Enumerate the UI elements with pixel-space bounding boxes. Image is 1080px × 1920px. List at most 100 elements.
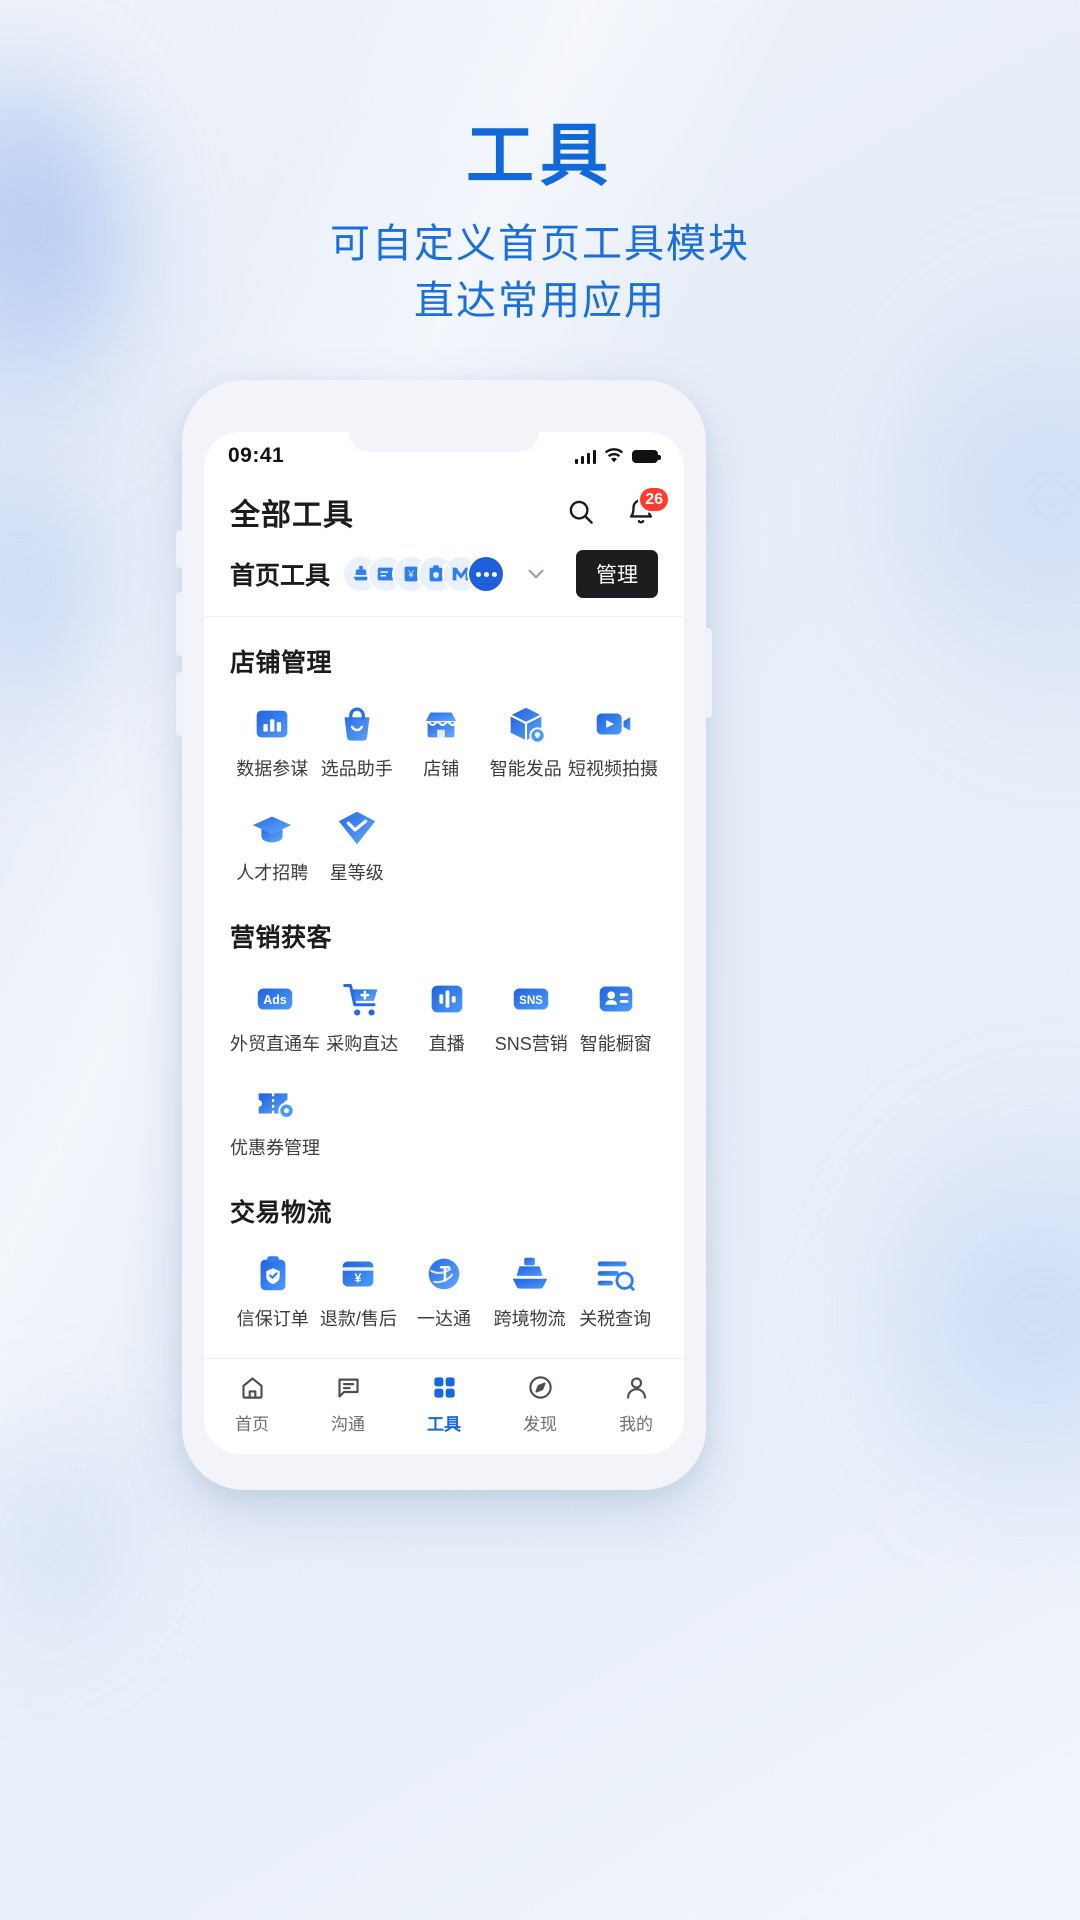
- bottom-tab-bar: 首页 沟通 工具 发现 我的: [204, 1358, 684, 1454]
- tool-label: 采购直达: [326, 1034, 399, 1055]
- header-actions: 26: [564, 486, 670, 529]
- signal-icon: [574, 449, 596, 464]
- tool-label: 智能发品: [489, 759, 562, 779]
- tab-profile[interactable]: 我的: [588, 1373, 684, 1435]
- tool-label: 数据参谋: [236, 759, 309, 779]
- section-shop-management: 店铺管理 数据参谋 选品助手 店铺 智能发品 短视频拍摄 人才招聘 星等级: [204, 617, 684, 892]
- svg-text:Ads: Ads: [263, 993, 287, 1007]
- live-broadcast-icon: [422, 974, 472, 1024]
- phone-body: 09:41 全部工具 26 首页工具 ¥ 管理 店铺管理 数据参谋 选品助手 店…: [176, 380, 712, 1490]
- phone-volume-down-button: [176, 672, 183, 736]
- tool-item[interactable]: 采购直达: [320, 974, 405, 1056]
- tab-discover[interactable]: 发现: [492, 1373, 588, 1435]
- status-bar: 09:41: [204, 432, 684, 480]
- bar-chart-icon: [247, 699, 297, 749]
- tool-item[interactable]: 跨境物流: [487, 1249, 573, 1331]
- tool-item[interactable]: 信保订单: [230, 1249, 316, 1331]
- tool-label: 选品助手: [320, 759, 393, 779]
- phone-screen: 09:41 全部工具 26 首页工具 ¥ 管理 店铺管理 数据参谋 选品助手 店…: [204, 432, 684, 1454]
- yidatong-icon: [419, 1249, 469, 1299]
- phone-mockup: 09:41 全部工具 26 首页工具 ¥ 管理 店铺管理 数据参谋 选品助手 店…: [176, 380, 712, 1490]
- shopping-bag-icon: [332, 699, 382, 749]
- promo-heading: 工具 可自定义首页工具模块 直达常用应用: [0, 118, 1080, 330]
- battery-icon: [632, 449, 661, 463]
- sns-icon: SNS: [506, 974, 556, 1024]
- tool-item[interactable]: 短视频拍摄: [568, 699, 658, 781]
- storefront-icon: [416, 699, 466, 749]
- person-icon: [623, 1373, 650, 1403]
- notifications-button[interactable]: 26: [624, 486, 670, 529]
- tariff-search-icon: [590, 1249, 640, 1299]
- tools-grid: 数据参谋 选品助手 店铺 智能发品 短视频拍摄 人才招聘 星等级: [230, 699, 658, 884]
- tool-item[interactable]: 星等级: [315, 803, 400, 885]
- page-title: 工具: [465, 118, 614, 194]
- promo-subtitle: 可自定义首页工具模块 直达常用应用: [0, 216, 1080, 330]
- tab-tools[interactable]: 工具: [396, 1373, 492, 1435]
- tool-item[interactable]: 选品助手: [315, 699, 400, 781]
- tool-label: 星等级: [329, 862, 384, 883]
- status-time: 09:41: [228, 444, 285, 467]
- tool-label: 人才招聘: [236, 862, 309, 883]
- tool-label: 退款/售后: [319, 1309, 397, 1330]
- svg-text:¥: ¥: [407, 570, 414, 581]
- home-icon: [239, 1373, 266, 1403]
- refund-icon: ¥: [333, 1249, 383, 1299]
- search-button[interactable]: [564, 495, 598, 529]
- background-blob-left-mid: [0, 430, 130, 760]
- video-camera-icon: [588, 699, 638, 749]
- promo-subtitle-line-1: 可自定义首页工具模块: [330, 222, 750, 267]
- assurance-order-icon: [248, 1249, 298, 1299]
- tool-item[interactable]: 一达通: [401, 1249, 487, 1331]
- tool-item[interactable]: 优惠券管理: [230, 1078, 320, 1160]
- tab-home[interactable]: 首页: [204, 1373, 300, 1435]
- tool-label: 一达通: [416, 1309, 471, 1330]
- manage-button[interactable]: 管理: [576, 550, 658, 598]
- tool-item[interactable]: 智能橱窗: [574, 974, 659, 1056]
- tool-label: 关税查询: [579, 1309, 652, 1330]
- diamond-check-icon: [332, 803, 382, 853]
- graduation-cap-icon: [247, 803, 297, 853]
- section-marketing: 营销获客 Ads 外贸直通车 采购直达 直播 SNS SNS营销 智能橱窗 优惠…: [204, 892, 684, 1167]
- tab-label: 首页: [235, 1414, 269, 1434]
- tab-label: 工具: [427, 1414, 461, 1434]
- tool-label: 短视频拍摄: [568, 759, 658, 779]
- tool-item[interactable]: 关税查询: [572, 1249, 658, 1331]
- more-dots-icon[interactable]: [469, 557, 504, 591]
- compass-icon: [527, 1373, 554, 1403]
- tab-label: 发现: [523, 1414, 557, 1434]
- tool-item[interactable]: Ads 外贸直通车: [230, 974, 320, 1056]
- tool-label: 信保订单: [236, 1309, 309, 1330]
- section-title: 交易物流: [230, 1199, 333, 1228]
- tab-chat[interactable]: 沟通: [300, 1373, 396, 1435]
- phone-volume-up-button: [176, 592, 183, 656]
- tool-label: 外贸直通车: [230, 1034, 320, 1055]
- phone-power-button: [705, 628, 712, 718]
- ship-logistics-icon: [505, 1249, 555, 1299]
- tool-label: 直播: [428, 1034, 465, 1055]
- tool-item[interactable]: 人才招聘: [230, 803, 315, 885]
- section-title: 店铺管理: [230, 649, 333, 677]
- home-tools-avatars[interactable]: ¥: [344, 557, 562, 591]
- tools-grid: 信保订单 ¥ 退款/售后 一达通 跨境物流 关税查询: [230, 1249, 658, 1331]
- tool-item[interactable]: 智能发品: [484, 699, 569, 781]
- status-indicators: [574, 448, 661, 464]
- ads-icon: Ads: [250, 974, 300, 1024]
- coupon-icon: [250, 1078, 300, 1128]
- chevron-down-icon[interactable]: [523, 561, 549, 587]
- background-blob-left-bottom: [0, 1380, 140, 1680]
- app-title: 全部工具: [230, 499, 354, 532]
- tool-item[interactable]: SNS SNS营销: [489, 974, 574, 1056]
- tool-label: 优惠券管理: [230, 1137, 320, 1158]
- package-idea-icon: [501, 699, 551, 749]
- tool-item[interactable]: ¥ 退款/售后: [316, 1249, 402, 1331]
- background-blob-right-bottom: [870, 1080, 1080, 1550]
- tool-label: SNS营销: [494, 1034, 568, 1055]
- tab-label: 我的: [619, 1414, 653, 1434]
- cart-plus-icon: [337, 974, 387, 1024]
- chat-icon: [335, 1373, 362, 1403]
- home-tools-label: 首页工具: [230, 562, 331, 590]
- tool-item[interactable]: 店铺: [399, 699, 484, 781]
- tool-item[interactable]: 数据参谋: [230, 699, 315, 781]
- svg-text:SNS: SNS: [519, 995, 543, 1007]
- tool-item[interactable]: 直播: [405, 974, 490, 1056]
